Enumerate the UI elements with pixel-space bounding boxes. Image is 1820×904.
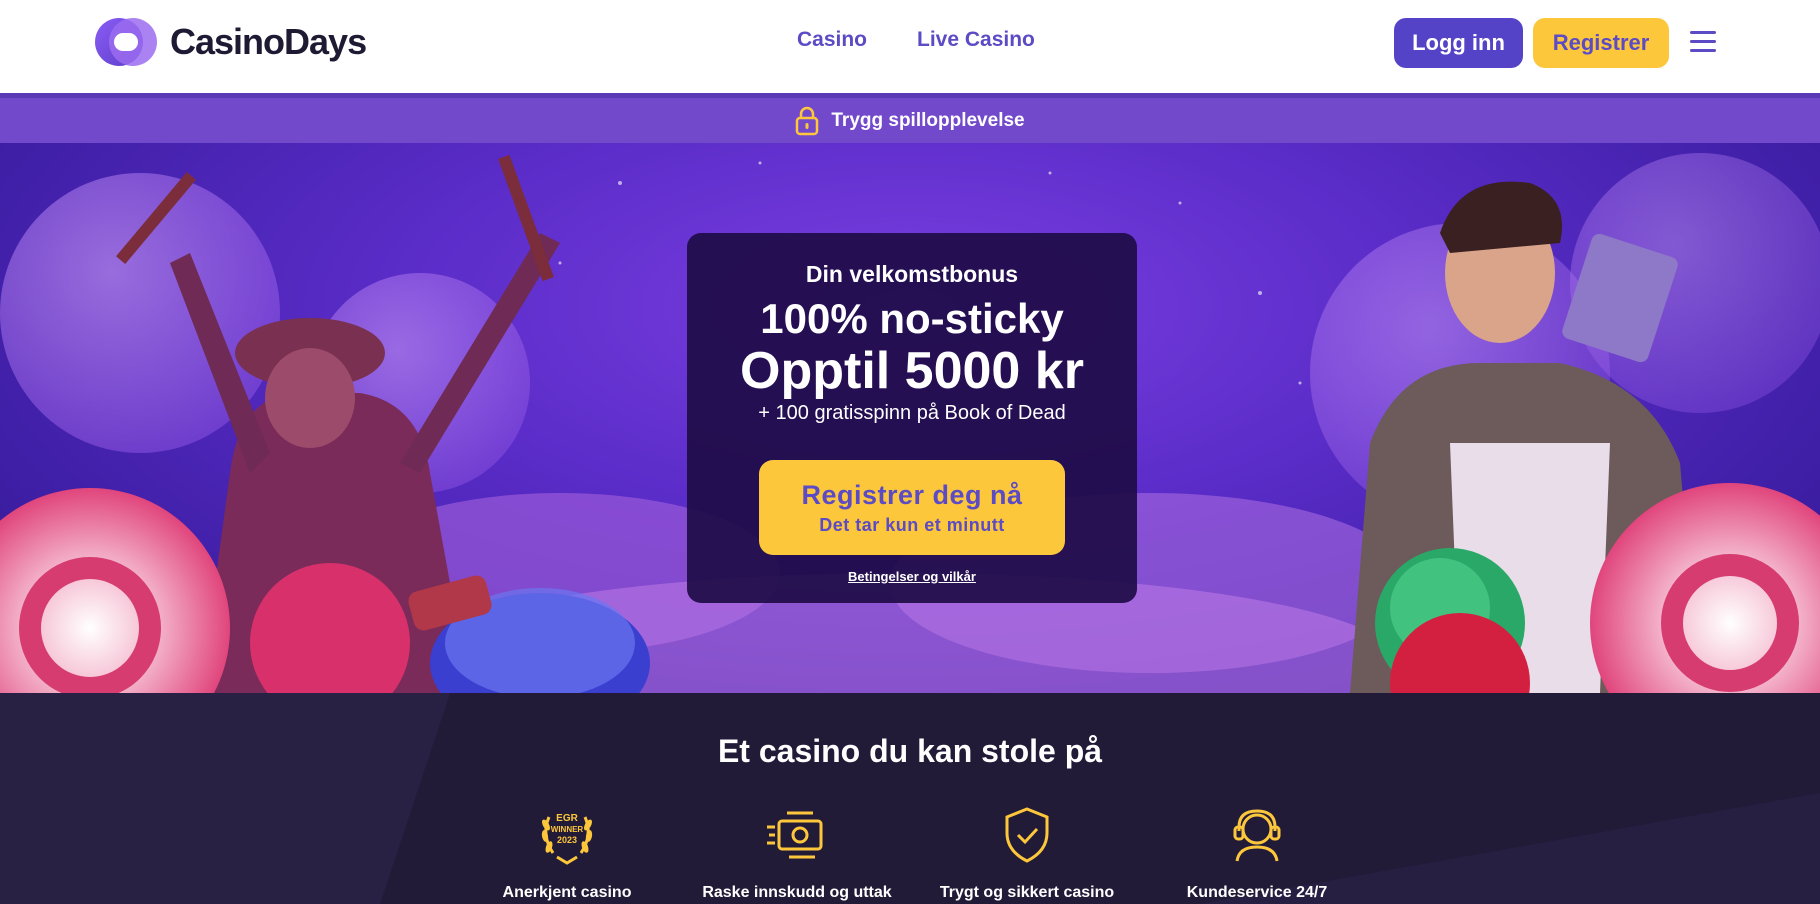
feature-item: Kundeservice 24/7: [1142, 803, 1372, 902]
bonus-kicker: Din velkomstbonus: [805, 261, 1019, 287]
cta-main-label: Registrer deg nå: [801, 479, 1023, 510]
site-header: CasinoDays Casino Live Casino Logg inn R…: [0, 0, 1820, 93]
nav-link-casino[interactable]: Casino: [797, 28, 867, 52]
lock-icon: [796, 106, 819, 135]
feature-item: EGR WINNER 2023 Anerkjent casino: [452, 803, 682, 902]
feature-label: Anerkjent casino: [502, 884, 632, 901]
register-now-button[interactable]: Registrer deg nå Det tar kun et minutt: [759, 460, 1065, 555]
brand-logo[interactable]: CasinoDays: [94, 17, 367, 67]
logo-mark-icon: [95, 18, 157, 66]
trust-title: Et casino du kan stole på: [717, 733, 1103, 769]
feature-label: Kundeservice 24/7: [1186, 884, 1328, 901]
terms-link[interactable]: Betingelser og vilkår: [687, 569, 1137, 584]
login-button[interactable]: Logg inn: [1394, 18, 1523, 68]
trust-section: Et casino du kan stole på EGR WINNER 202…: [0, 693, 1820, 904]
cta-sub-label: Det tar kun et minutt: [819, 514, 1005, 535]
hamburger-menu-icon[interactable]: [1690, 31, 1716, 55]
safe-gambling-bar[interactable]: Trygg spillopplevelse: [0, 93, 1820, 143]
feature-label: Raske innskudd og uttak: [702, 884, 892, 901]
headset-icon: [1233, 809, 1281, 862]
feature-label: Trygt og sikkert casino: [939, 884, 1115, 901]
bonus-free-spins: + 100 gratisspinn på Book of Dead: [758, 402, 1066, 424]
main-nav: Casino Live Casino: [797, 28, 1035, 52]
badge-winner: WINNER: [551, 825, 584, 834]
shield-check-icon: [1005, 807, 1049, 863]
register-button[interactable]: Registrer: [1533, 18, 1669, 68]
bonus-headline: 100% no-sticky: [760, 295, 1064, 342]
award-laurel-icon: EGR WINNER 2023: [541, 813, 593, 865]
nav-link-live-casino[interactable]: Live Casino: [917, 28, 1035, 52]
welcome-bonus-card: Din velkomstbonus 100% no-sticky Opptil …: [687, 233, 1137, 603]
brand-name: CasinoDays: [170, 21, 367, 62]
bonus-amount: Opptil 5000 kr: [740, 342, 1084, 400]
feature-item: Raske innskudd og uttak: [682, 803, 912, 902]
feature-item: Trygt og sikkert casino: [912, 803, 1142, 902]
badge-year: 2023: [557, 835, 577, 845]
safe-gambling-label: Trygg spillopplevelse: [831, 109, 1025, 131]
fast-money-icon: [767, 811, 823, 859]
hero-banner: Din velkomstbonus 100% no-sticky Opptil …: [0, 143, 1820, 693]
badge-egr: EGR: [556, 813, 578, 824]
